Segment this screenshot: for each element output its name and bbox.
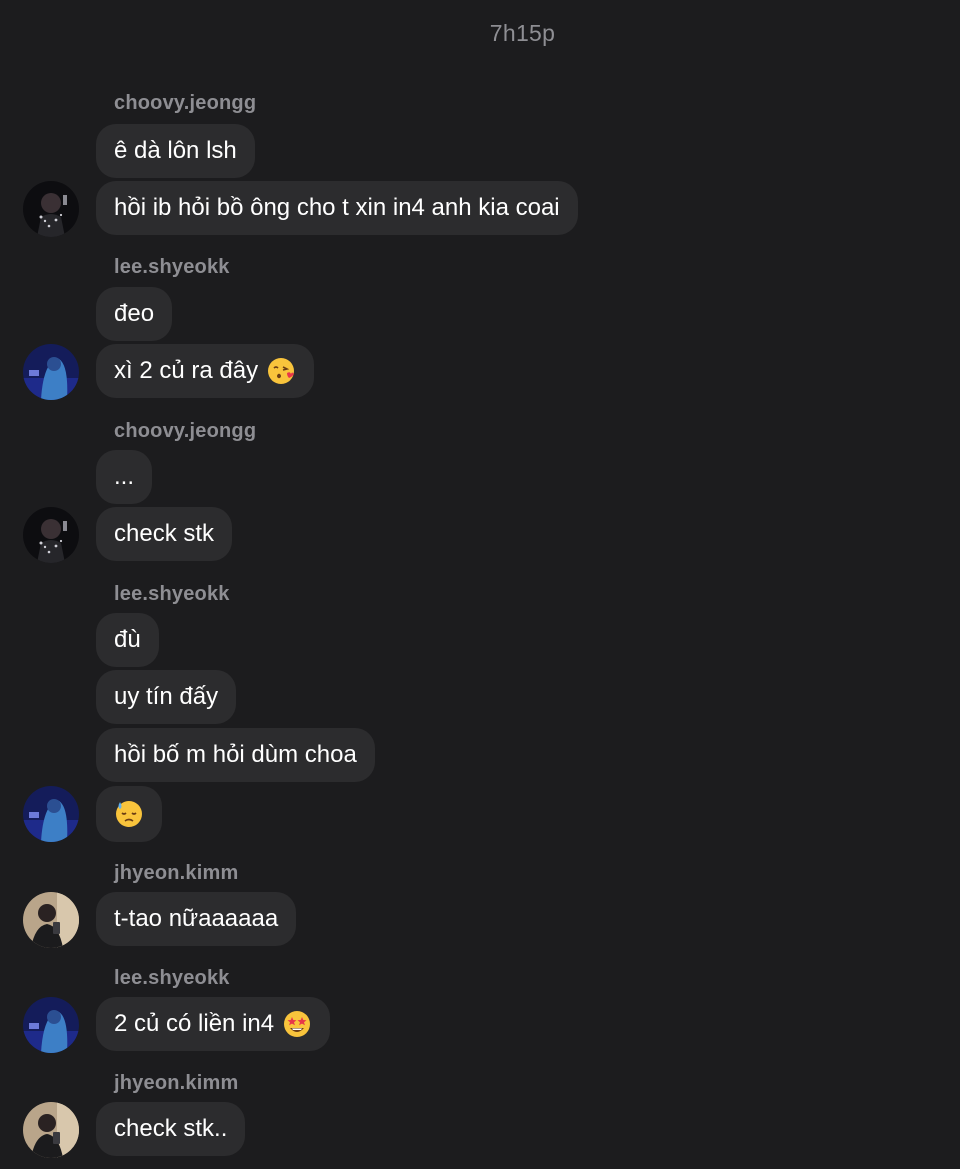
sender-name[interactable]: lee.shyeokk (114, 967, 230, 990)
message-bubble[interactable]: ê dà lôn lsh (96, 124, 255, 178)
message-bubble[interactable]: t-tao nữaaaaaa (96, 892, 297, 946)
avatar[interactable] (23, 892, 79, 948)
message-text: 2 củ có liền in4 (114, 1010, 275, 1037)
message-text: ... (114, 463, 135, 490)
sender-name[interactable]: lee.shyeokk (114, 256, 230, 279)
message-text: t-tao nữaaaaaa (114, 905, 279, 932)
message-bubble[interactable]: đeo (96, 287, 173, 341)
message-bubble[interactable]: 2 củ có liền in4 (96, 997, 331, 1051)
message-text: hồi ib hỏi bồ ông cho t xin in4 anh kia … (114, 194, 560, 221)
message-bubble[interactable]: đù (96, 613, 159, 667)
avatar[interactable] (23, 181, 79, 237)
message-bubble[interactable]: ... (96, 450, 153, 504)
sender-name[interactable]: lee.shyeokk (114, 583, 230, 606)
sender-name[interactable]: choovy.jeongg (114, 420, 256, 443)
message-bubble[interactable] (96, 786, 162, 842)
face-blowing-kiss-icon (266, 356, 296, 386)
avatar[interactable] (23, 344, 79, 400)
avatar[interactable] (23, 507, 79, 563)
message-bubble[interactable]: uy tín đấy (96, 670, 237, 724)
avatar[interactable] (23, 997, 79, 1053)
message-text: check stk (114, 520, 215, 547)
message-text: hồi bố m hỏi dùm choa (114, 741, 357, 768)
downcast-face-with-sweat-icon (114, 799, 144, 829)
message-text: đeo (114, 300, 155, 327)
message-text: đù (114, 626, 141, 653)
conversation-timestamp: 7h15p (489, 20, 556, 46)
message-text: check stk.. (114, 1115, 228, 1142)
message-text: xì 2 củ ra đây (114, 357, 259, 384)
sender-name[interactable]: choovy.jeongg (114, 92, 256, 115)
sender-name[interactable]: jhyeon.kimm (114, 1072, 238, 1095)
message-bubble[interactable]: hồi bố m hỏi dùm choa (96, 728, 375, 782)
sender-name[interactable]: jhyeon.kimm (114, 862, 238, 885)
avatar[interactable] (23, 1102, 79, 1158)
avatar[interactable] (23, 786, 79, 842)
star-struck-icon (282, 1009, 312, 1039)
message-text: ê dà lôn lsh (114, 137, 237, 164)
message-bubble[interactable]: check stk.. (96, 1102, 246, 1156)
message-bubble[interactable]: check stk (96, 507, 233, 561)
message-bubble[interactable]: hồi ib hỏi bồ ông cho t xin in4 anh kia … (96, 181, 578, 235)
message-bubble[interactable]: xì 2 củ ra đây (96, 344, 315, 398)
message-text: uy tín đấy (114, 683, 219, 710)
